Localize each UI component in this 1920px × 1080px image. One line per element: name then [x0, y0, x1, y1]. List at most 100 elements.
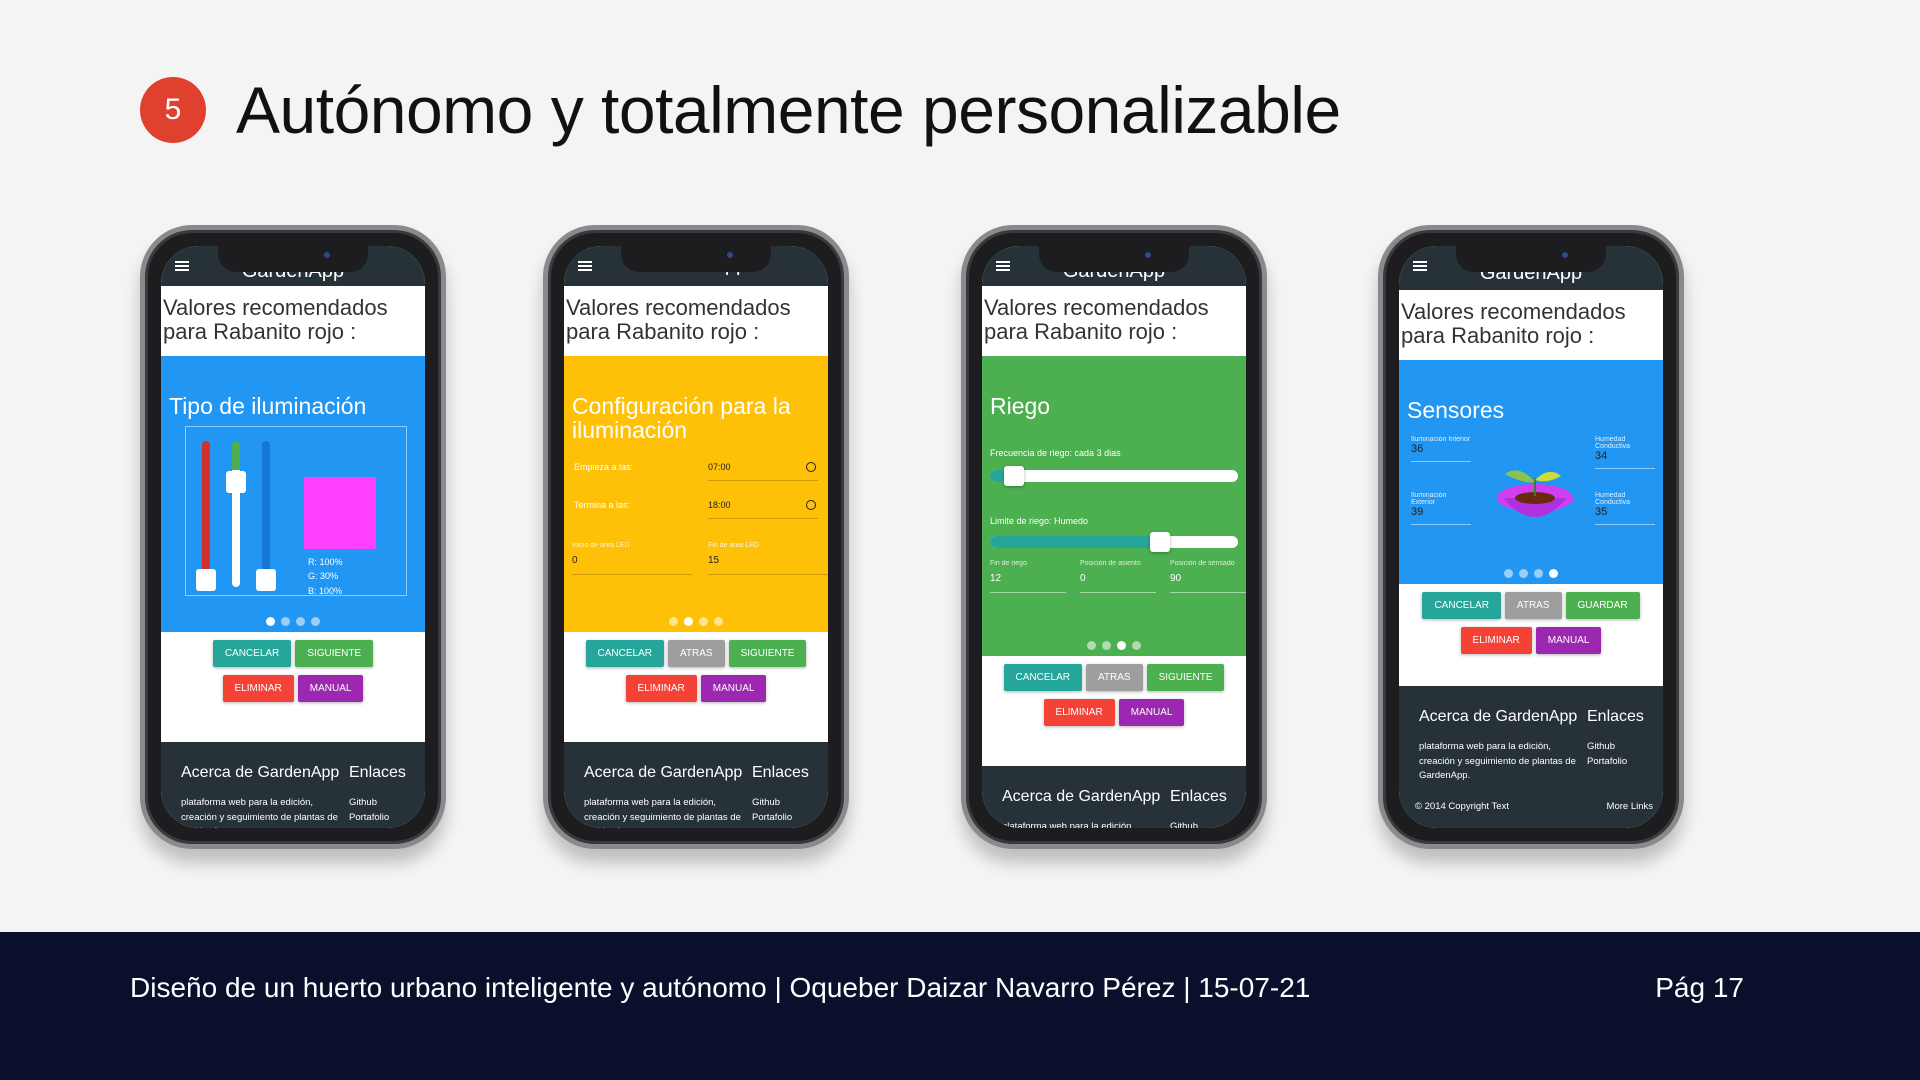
red-slider[interactable]: [196, 441, 216, 591]
phone-irrigation: GardenApp Valores recomendados para Raba…: [961, 225, 1267, 849]
delete-button[interactable]: ELIMINAR: [222, 675, 294, 702]
github-link[interactable]: Github: [1170, 820, 1227, 828]
back-button[interactable]: ATRAS: [1504, 592, 1562, 619]
app-footer: Acerca de GardenApp plataforma web para …: [1399, 686, 1663, 828]
end-time-input[interactable]: 18:00: [708, 500, 818, 519]
carousel-dot[interactable]: [684, 617, 693, 626]
delete-button[interactable]: ELIMINAR: [625, 675, 697, 702]
footer-about-title: Acerca de GardenApp: [181, 764, 340, 781]
footer-links-title: Enlaces: [1587, 708, 1644, 725]
slide-header: 5 Autónomo y totalmente personalizable: [140, 72, 1341, 148]
cancel-button[interactable]: CANCELAR: [585, 640, 664, 667]
portfolio-link[interactable]: Portafolio: [752, 811, 809, 826]
frequency-slider[interactable]: [990, 466, 1238, 486]
end-time-row: Termina a las: 18:00: [574, 500, 818, 519]
led-end-field[interactable]: Fin de area LED 15: [708, 542, 828, 575]
carousel-dot[interactable]: [714, 617, 723, 626]
phone-notch: [218, 246, 368, 272]
action-row: CANCELAR SIGUIENTE: [161, 640, 425, 667]
cancel-button[interactable]: CANCELAR: [1422, 592, 1501, 619]
recommendation-text: Valores recomendados para Rabanito rojo …: [1401, 299, 1626, 349]
back-button[interactable]: ATRAS: [1085, 664, 1143, 691]
start-time-input[interactable]: 07:00: [708, 462, 818, 481]
sensing-position-field[interactable]: Posición de sensado 90: [1170, 560, 1246, 593]
carousel-dot[interactable]: [1519, 569, 1528, 578]
phone-lighting: GardenApp Valores recomendados para Raba…: [140, 225, 446, 849]
phone-screen: GardenApp Valores recomendados para Raba…: [564, 246, 828, 828]
clock-icon[interactable]: [806, 500, 816, 510]
carousel-dots: [161, 617, 425, 626]
cancel-button[interactable]: CANCELAR: [1003, 664, 1082, 691]
next-button[interactable]: SIGUIENTE: [295, 640, 374, 667]
cancel-button[interactable]: CANCELAR: [212, 640, 292, 667]
led-start-field[interactable]: Inicio de area LED 0: [572, 542, 692, 575]
clock-icon[interactable]: [806, 462, 816, 472]
manual-button[interactable]: MANUAL: [1118, 699, 1185, 726]
phone-notch: [621, 246, 771, 272]
sensors-panel: Sensores Iluminación Interior 36 Humedad…: [1399, 360, 1663, 584]
action-row: CANCELAR ATRAS GUARDAR: [1399, 592, 1663, 619]
carousel-dot[interactable]: [1549, 569, 1558, 578]
panel-title: Riego: [990, 393, 1051, 419]
more-links-link[interactable]: More Links: [1607, 801, 1653, 812]
carousel-dot[interactable]: [311, 617, 320, 626]
irrigation-end-field[interactable]: Fin de riego 12: [990, 560, 1066, 593]
portfolio-link[interactable]: Portafolio: [1587, 755, 1644, 770]
carousel-dot[interactable]: [281, 617, 290, 626]
github-link[interactable]: Github: [752, 796, 809, 811]
limit-slider[interactable]: [990, 532, 1238, 552]
green-slider[interactable]: [226, 441, 246, 587]
irrigation-panel: Riego Frecuencia de riego: cada 3 dias L…: [982, 356, 1246, 656]
carousel-dot[interactable]: [1534, 569, 1543, 578]
carousel-dot[interactable]: [1132, 641, 1141, 650]
next-button[interactable]: SIGUIENTE: [1146, 664, 1225, 691]
next-button[interactable]: SIGUIENTE: [728, 640, 807, 667]
carousel-dot[interactable]: [699, 617, 708, 626]
action-row: CANCELAR ATRAS SIGUIENTE: [564, 640, 828, 667]
action-row-2: ELIMINAR MANUAL: [161, 675, 425, 702]
frequency-slider-handle[interactable]: [1004, 466, 1024, 486]
footer-text: Diseño de un huerto urbano inteligente y…: [130, 972, 1311, 1003]
blue-slider[interactable]: [256, 441, 276, 591]
carousel-dot[interactable]: [1087, 641, 1096, 650]
carousel-dot[interactable]: [1102, 641, 1111, 650]
footer-about-text: plataforma web para la edición, creación…: [1002, 821, 1135, 828]
carousel-dot[interactable]: [266, 617, 275, 626]
slide-footer: Diseño de un huerto urbano inteligente y…: [0, 932, 1920, 1080]
carousel-dot[interactable]: [1504, 569, 1513, 578]
portfolio-link[interactable]: Portafolio: [349, 811, 406, 826]
phone-screen: GardenApp Valores recomendados para Raba…: [1399, 246, 1663, 828]
back-button[interactable]: ATRAS: [667, 640, 725, 667]
carousel-dot[interactable]: [296, 617, 305, 626]
action-row-2: ELIMINAR MANUAL: [564, 675, 828, 702]
recommendation-text: Valores recomendados para Rabanito rojo …: [163, 295, 388, 345]
sensor-interior-light: Iluminación Interior 36: [1411, 436, 1471, 462]
manual-button[interactable]: MANUAL: [1535, 627, 1602, 654]
blue-slider-handle[interactable]: [256, 569, 276, 591]
slide-title: Autónomo y totalmente personalizable: [236, 73, 1341, 147]
action-row-2: ELIMINAR MANUAL: [982, 699, 1246, 726]
frequency-label: Frecuencia de riego: cada 3 dias: [990, 448, 1121, 458]
seat-position-field[interactable]: Posición de asiento 0: [1080, 560, 1156, 593]
delete-button[interactable]: ELIMINAR: [1043, 699, 1115, 726]
limit-label: Limite de riego: Humedo: [990, 516, 1089, 526]
manual-button[interactable]: MANUAL: [297, 675, 364, 702]
footer-links-title: Enlaces: [349, 764, 406, 781]
camera-icon: [727, 252, 733, 258]
sensor-exterior-light: Iluminación Exterior 39: [1411, 492, 1471, 525]
limit-slider-handle[interactable]: [1150, 532, 1170, 552]
manual-button[interactable]: MANUAL: [700, 675, 767, 702]
green-slider-handle[interactable]: [226, 471, 246, 493]
delete-button[interactable]: ELIMINAR: [1460, 627, 1532, 654]
red-slider-handle[interactable]: [196, 569, 216, 591]
r-value: R: 100%: [308, 557, 343, 567]
github-link[interactable]: Github: [349, 796, 406, 811]
config-panel: Configuración para la iluminación Empiez…: [564, 356, 828, 632]
carousel-dot[interactable]: [669, 617, 678, 626]
github-link[interactable]: Github: [1587, 740, 1644, 755]
camera-icon: [1562, 252, 1568, 258]
save-button[interactable]: GUARDAR: [1565, 592, 1640, 619]
carousel-dot[interactable]: [1117, 641, 1126, 650]
recommendation-text: Valores recomendados para Rabanito rojo …: [984, 295, 1209, 345]
phone-config: GardenApp Valores recomendados para Raba…: [543, 225, 849, 849]
